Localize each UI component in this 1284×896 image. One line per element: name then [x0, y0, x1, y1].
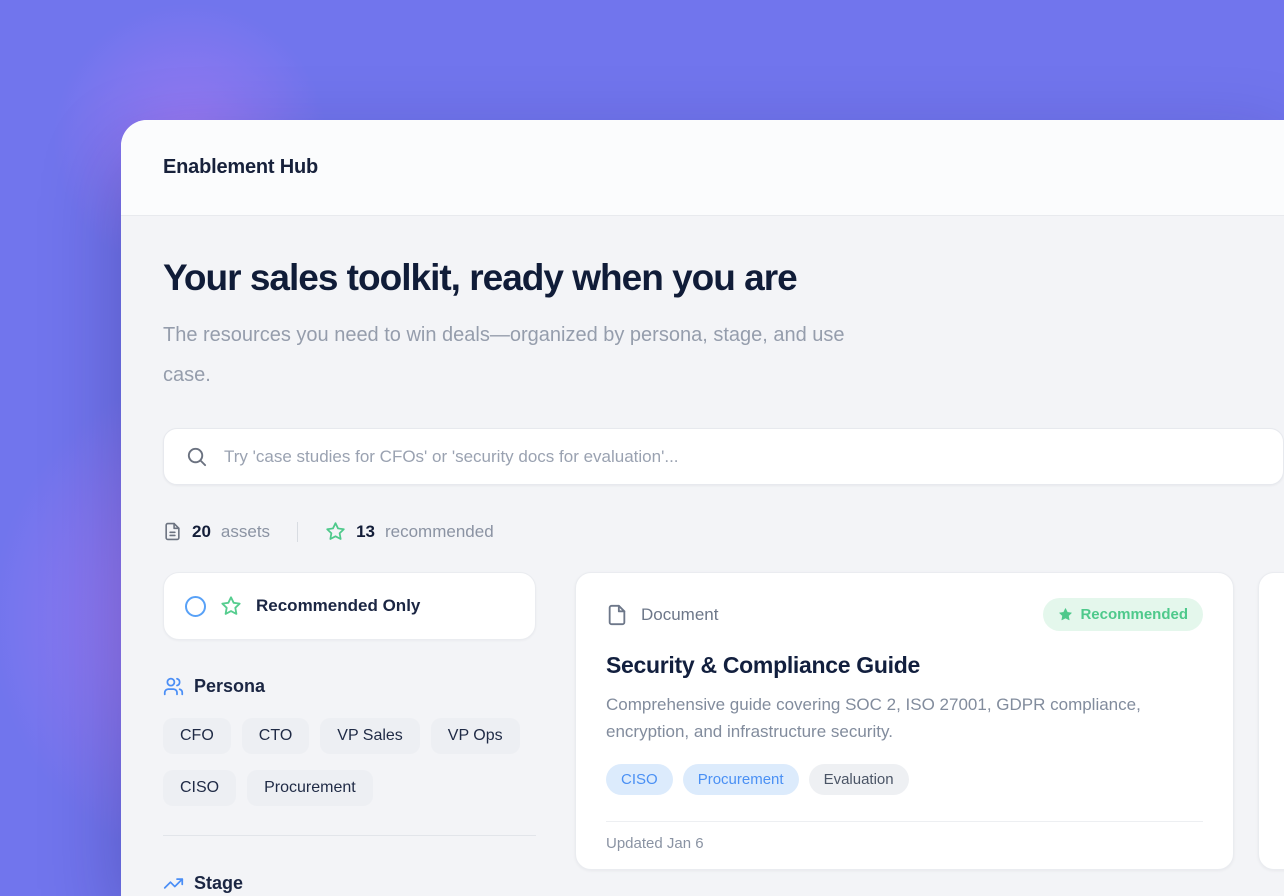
- persona-label: Persona: [194, 676, 265, 697]
- radio-circle-icon[interactable]: [185, 596, 206, 617]
- recommended-badge: Recommended: [1043, 598, 1203, 631]
- recommended-badge-label: Recommended: [1080, 606, 1188, 623]
- search-input[interactable]: [222, 446, 1262, 468]
- asset-card-partial[interactable]: [1258, 572, 1284, 870]
- file-icon: [606, 604, 628, 626]
- persona-chip-list: CFO CTO VP Sales VP Ops CISO Procurement: [163, 718, 536, 806]
- filters-and-results: Recommended Only Persona CFO CTO VP Sale…: [163, 572, 1284, 894]
- star-filled-icon: [1058, 607, 1073, 622]
- persona-chip-cto[interactable]: CTO: [242, 718, 309, 754]
- app-window: Enablement Hub Your sales toolkit, ready…: [121, 120, 1284, 896]
- assets-label: assets: [221, 522, 270, 542]
- star-icon: [220, 595, 242, 617]
- persona-section-header: Persona: [163, 676, 536, 697]
- recommended-stat: 13 recommended: [325, 521, 494, 542]
- recommended-only-toggle[interactable]: Recommended Only: [163, 572, 536, 640]
- search-bar: [163, 428, 1284, 485]
- asset-updated: Updated Jan 6: [606, 821, 1203, 852]
- persona-chip-procurement[interactable]: Procurement: [247, 770, 373, 806]
- results-grid: Document Recommended Security & Complian…: [575, 572, 1284, 870]
- recommended-count: 13: [356, 522, 375, 542]
- asset-type: Document: [606, 604, 718, 626]
- asset-card[interactable]: Document Recommended Security & Complian…: [575, 572, 1234, 870]
- recommended-label: recommended: [385, 522, 494, 542]
- stats-row: 20 assets 13 recommended: [163, 521, 1284, 542]
- stats-divider: [297, 522, 298, 542]
- asset-type-label: Document: [641, 605, 718, 625]
- search-icon: [185, 445, 208, 468]
- sidebar-divider: [163, 835, 536, 836]
- recommended-only-label: Recommended Only: [256, 596, 420, 616]
- assets-stat: 20 assets: [163, 522, 270, 542]
- filter-sidebar: Recommended Only Persona CFO CTO VP Sale…: [163, 572, 536, 894]
- app-title: Enablement Hub: [163, 156, 318, 179]
- asset-title: Security & Compliance Guide: [606, 652, 1203, 679]
- page-title: Your sales toolkit, ready when you are: [163, 257, 1284, 299]
- page-subtitle-line2: case.: [163, 355, 1284, 395]
- stage-label: Stage: [194, 873, 243, 894]
- asset-tag-evaluation: Evaluation: [809, 764, 909, 795]
- users-icon: [163, 676, 184, 697]
- assets-count: 20: [192, 522, 211, 542]
- main-content: Your sales toolkit, ready when you are T…: [121, 216, 1284, 894]
- asset-card-header: Document Recommended: [606, 598, 1203, 631]
- stage-section-header: Stage: [163, 873, 536, 894]
- page-subtitle: The resources you need to win deals—orga…: [163, 315, 1284, 395]
- star-icon: [325, 521, 346, 542]
- page-subtitle-line1: The resources you need to win deals—orga…: [163, 315, 1284, 355]
- persona-chip-vp-sales[interactable]: VP Sales: [320, 718, 420, 754]
- asset-tag-procurement: Procurement: [683, 764, 799, 795]
- file-text-icon: [163, 522, 182, 541]
- persona-chip-vp-ops[interactable]: VP Ops: [431, 718, 520, 754]
- asset-tag-list: CISO Procurement Evaluation: [606, 764, 1203, 795]
- top-bar: Enablement Hub: [121, 120, 1284, 216]
- persona-chip-cfo[interactable]: CFO: [163, 718, 231, 754]
- asset-tag-ciso: CISO: [606, 764, 673, 795]
- trending-up-icon: [163, 873, 184, 894]
- asset-description: Comprehensive guide covering SOC 2, ISO …: [606, 691, 1196, 745]
- persona-chip-ciso[interactable]: CISO: [163, 770, 236, 806]
